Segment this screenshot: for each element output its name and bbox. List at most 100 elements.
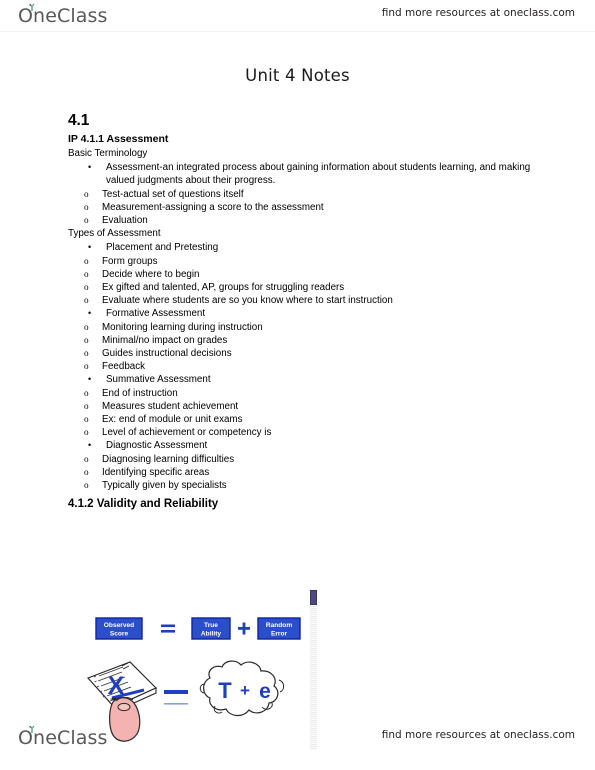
bullet-glyph: •: [88, 242, 92, 253]
sub-list-item: o Level of achievement or competency is: [68, 426, 538, 439]
sub-list-item-label: Test-actual set of questions itself: [102, 188, 244, 200]
section-heading-validity: 4.1.2 Validity and Reliability: [68, 498, 219, 511]
sub-list-item: o Measurement-assigning a score to the as…: [68, 201, 538, 214]
page-title: Unit 4 Notes: [245, 66, 350, 85]
terminology-list: • Assessment-an integrated process about …: [68, 161, 538, 227]
equals-sign-top: [161, 624, 175, 633]
header-divider: [0, 31, 595, 32]
sub-bullet-glyph: o: [84, 361, 89, 372]
sub-list-item-label: Measurement-assigning a score to the ass…: [102, 201, 324, 213]
sub-bullet-glyph: o: [84, 188, 89, 199]
footer-resources-note: find more resources at oneclass.com: [381, 729, 575, 741]
sub-list-item-label: Monitoring learning during instruction: [102, 321, 263, 333]
heading-subtitle: IP 4.1.1 Assessment: [68, 133, 169, 145]
sub-list-item: o Ex gifted and talented, AP, groups for …: [68, 281, 538, 294]
sub-list-item: o Minimal/no impact on grades: [68, 334, 538, 347]
document-page: Unit 4 Notes 4.1 IP 4.1.1 Assessment Bas…: [0, 44, 595, 750]
sub-list-item: o Form groups: [68, 255, 538, 268]
bullet-glyph: •: [88, 308, 92, 319]
list-item-label: Formative Assessment: [106, 308, 206, 320]
heading-number: 4.1: [68, 112, 90, 129]
sub-bullet-glyph: o: [84, 414, 89, 425]
types-list: • Placement and Pretesting o Form groups o De…: [68, 241, 538, 492]
sub-bullet-glyph: o: [84, 387, 89, 398]
list-item: • Diagnostic Assessment: [68, 439, 538, 452]
page-header: OneClass find more resources at oneclass…: [0, 3, 595, 34]
list-item: • Formative Assessment: [68, 307, 538, 320]
sprout-leaf-icon: [29, 3, 35, 11]
list-item-label: Diagnostic Assessment: [106, 440, 208, 452]
sub-list: o Diagnosing learning difficulties o Identi…: [68, 453, 538, 493]
sub-bullet-glyph: o: [84, 427, 89, 438]
sub-list-item-label: Decide where to begin: [102, 268, 200, 280]
sub-list-item-label: Level of achievement or competency is: [102, 427, 272, 439]
sub-list-item-label: Evaluate where students are so you know …: [102, 295, 393, 307]
sub-list-item-label: Measures student achievement: [102, 400, 239, 412]
types-of-assessment-label: Types of Assessment: [68, 228, 161, 240]
svg-text:Score: Score: [110, 631, 129, 638]
sub-bullet-glyph: o: [84, 453, 89, 464]
sub-bullet-glyph: o: [84, 400, 89, 411]
svg-text:Ability: Ability: [201, 631, 221, 638]
sub-bullet-glyph: o: [84, 255, 89, 266]
sub-bullet-glyph: o: [84, 282, 89, 293]
sub-list-item-label: End of instruction: [102, 387, 178, 399]
list-item-label: Assessment-an integrated process about g…: [106, 162, 531, 187]
sub-list-item: o Ex: end of module or unit exams: [68, 413, 538, 426]
sub-list-item: o Evaluation: [68, 214, 538, 227]
document-content: 4.1 IP 4.1.1 Assessment Basic Terminolog…: [68, 112, 538, 514]
true-ability-box: True Ability: [191, 617, 231, 640]
sub-list-item-label: Evaluation: [102, 215, 148, 227]
sub-list-item: o Monitoring learning during instruction: [68, 321, 538, 334]
symbol-true-t: T: [218, 678, 232, 703]
sub-list: o Monitoring learning during instruction o…: [68, 321, 538, 374]
sub-bullet-glyph: o: [84, 348, 89, 359]
sub-bullet-glyph: o: [84, 334, 89, 345]
oneclass-logo: OneClass: [18, 3, 107, 30]
list-item-label: Placement and Pretesting: [106, 242, 219, 254]
sub-list-item: o Typically given by specialists: [68, 479, 538, 492]
sprout-leaf-icon-footer: [29, 725, 35, 733]
sub-list-item: o Decide where to begin: [68, 268, 538, 281]
bullet-glyph: •: [88, 162, 92, 173]
sub-list-item-label: Ex gifted and talented, AP, groups for s…: [102, 282, 345, 294]
sub-list: o Test-actual set of questions itself o Mea…: [68, 188, 538, 228]
svg-text:Error: Error: [271, 631, 288, 638]
sub-list: o End of instruction o Measures student ach…: [68, 387, 538, 440]
sub-bullet-glyph: o: [84, 268, 89, 279]
sub-list-item: o Diagnosing learning difficulties: [68, 453, 538, 466]
sub-list-item-label: Form groups: [102, 255, 158, 267]
sub-list-item: o Test-actual set of questions itself: [68, 188, 538, 201]
basic-terminology-label: Basic Terminology: [68, 148, 148, 159]
svg-text:Observed: Observed: [104, 622, 134, 629]
list-item: • Summative Assessment: [68, 373, 538, 386]
page-footer: OneClass find more resources at oneclass…: [0, 725, 595, 756]
figure-scrollbar-thumb[interactable]: [310, 590, 317, 605]
observed-score-box: Observed Score: [95, 617, 143, 640]
sub-list-item: o Evaluate where students are so you know…: [68, 294, 538, 307]
sub-bullet-glyph: o: [84, 215, 89, 226]
sub-list-item-label: Ex: end of module or unit exams: [102, 414, 243, 426]
sub-list: o Form groups o Decide where to begin o Ex gi…: [68, 255, 538, 308]
sub-bullet-glyph: o: [84, 295, 89, 306]
sub-list-item: o Identifying specific areas: [68, 466, 538, 479]
svg-text:Random: Random: [266, 622, 293, 629]
sub-bullet-glyph: o: [84, 201, 89, 212]
bullet-glyph: •: [88, 440, 92, 451]
plus-sign-top: [238, 622, 250, 635]
oneclass-logo-footer: OneClass: [18, 725, 107, 752]
sub-list-item-label: Feedback: [102, 361, 146, 373]
sub-list-item-label: Diagnosing learning difficulties: [102, 453, 235, 465]
list-item: • Placement and Pretesting: [68, 241, 538, 254]
list-item-label: Summative Assessment: [106, 374, 211, 386]
sub-list-item: o Guides instructional decisions: [68, 347, 538, 360]
svg-text:True: True: [204, 622, 218, 629]
sub-list-item: o Measures student achievement: [68, 400, 538, 413]
symbol-error-e: e: [259, 680, 271, 703]
symbol-plus: +: [240, 681, 250, 700]
sub-list-item: o Feedback: [68, 360, 538, 373]
sub-list-item: o End of instruction: [68, 387, 538, 400]
list-item: • Assessment-an integrated process about …: [68, 161, 538, 187]
bullet-glyph: •: [88, 374, 92, 385]
sub-list-item-label: Guides instructional decisions: [102, 348, 232, 360]
